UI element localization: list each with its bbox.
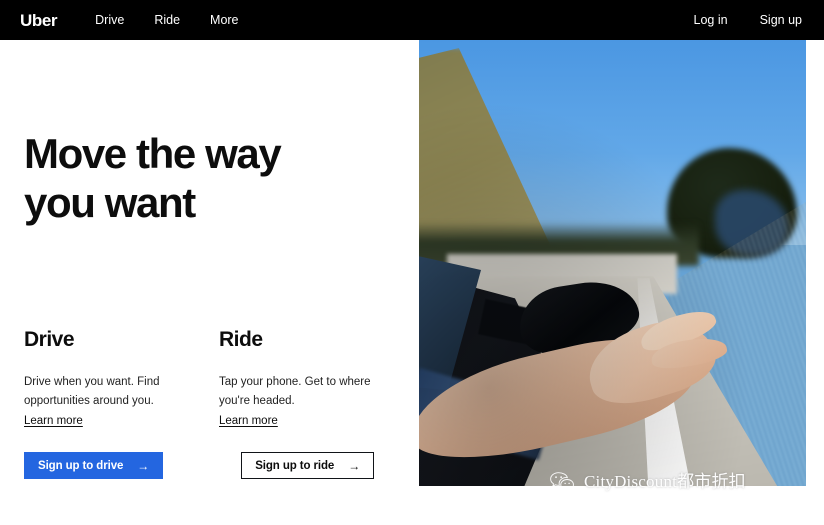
offering-cards: Drive Drive when you want. Find opportun… [24,328,414,431]
nav-item-more[interactable]: More [210,14,238,27]
card-drive-learn-more-link[interactable]: Learn more [24,412,83,431]
card-drive: Drive Drive when you want. Find opportun… [24,328,219,431]
hero-image [419,40,806,486]
hero-text-block: Move the way you want [24,40,414,227]
account-nav: Log in Sign up [694,14,802,27]
card-ride-body: Tap your phone. Get to where you're head… [219,376,371,407]
card-ride-learn-more-link[interactable]: Learn more [219,412,278,431]
card-ride-title: Ride [219,328,263,351]
uber-landing-page: Uber Drive Ride More Log in Sign up Move… [0,0,824,525]
card-drive-body: Drive when you want. Find opportunities … [24,376,160,407]
page-title: Move the way you want [24,130,282,226]
site-header: Uber Drive Ride More Log in Sign up [0,0,824,40]
signup-link[interactable]: Sign up [760,14,802,27]
arrow-right-icon: → [348,458,361,473]
sign-up-to-ride-button[interactable]: Sign up to ride → [241,452,375,479]
card-drive-title: Drive [24,328,75,351]
primary-nav: Drive Ride More [95,14,238,27]
card-ride: Ride Tap your phone. Get to where you're… [219,328,414,431]
nav-item-ride[interactable]: Ride [154,14,180,27]
cta-button-row: Sign up to drive → Sign up to ride → [24,452,375,479]
uber-logo[interactable]: Uber [20,12,58,29]
arrow-right-icon: → [137,458,150,473]
sign-up-to-ride-label: Sign up to ride [255,459,335,472]
login-link[interactable]: Log in [694,14,728,27]
sign-up-to-drive-label: Sign up to drive [38,459,124,472]
sign-up-to-drive-button[interactable]: Sign up to drive → [24,452,164,479]
nav-item-drive[interactable]: Drive [95,14,124,27]
